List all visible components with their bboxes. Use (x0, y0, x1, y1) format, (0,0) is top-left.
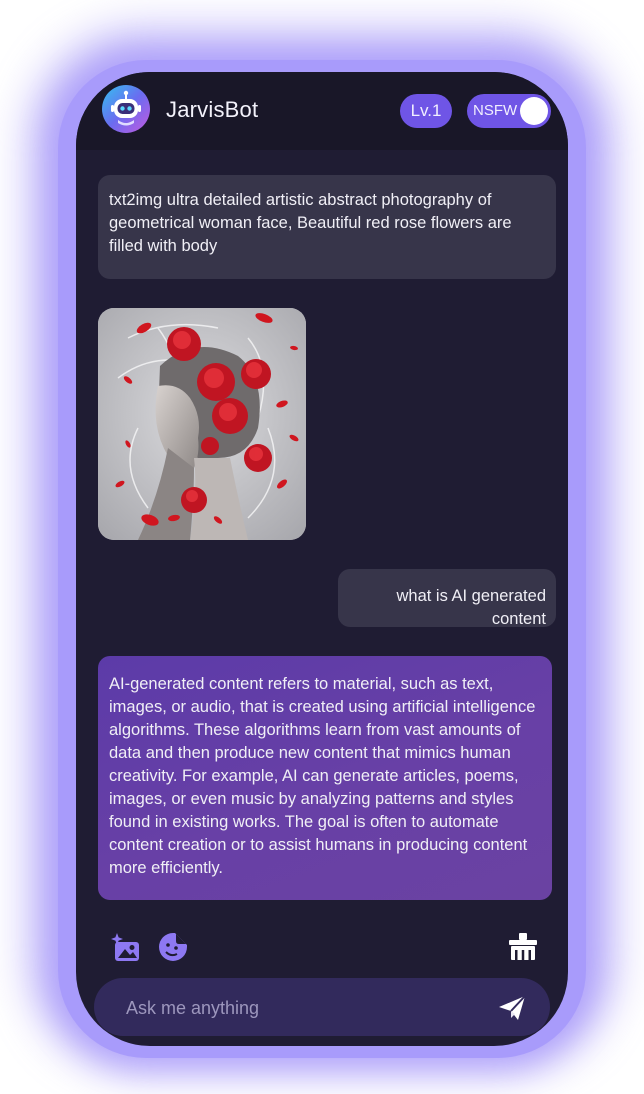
user-message: what is AI generated content (338, 569, 556, 628)
bot-avatar (102, 85, 150, 133)
bot-message: AI-generated content refers to material,… (98, 656, 552, 900)
sticker-icon[interactable] (156, 930, 190, 964)
chat-input[interactable] (124, 978, 488, 1038)
chat-input-bar (94, 978, 550, 1038)
chat-screen: JarvisBot Lv.1 NSFW txt2img ultra detail… (76, 72, 568, 1046)
send-button[interactable] (496, 992, 528, 1024)
user-message: txt2img ultra detailed artistic abstract… (98, 175, 556, 279)
clear-chat-broom-icon[interactable] (506, 930, 540, 964)
phone-frame: JarvisBot Lv.1 NSFW txt2img ultra detail… (58, 60, 586, 1058)
send-icon (499, 995, 526, 1020)
woman-roses-image (98, 308, 306, 540)
nsfw-toggle[interactable]: NSFW (467, 94, 551, 128)
image-generate-icon[interactable] (108, 930, 142, 964)
robot-icon (111, 90, 141, 126)
bot-name: JarvisBot (166, 97, 259, 122)
chat-header: JarvisBot Lv.1 NSFW (76, 72, 568, 150)
level-badge[interactable]: Lv.1 (400, 94, 452, 128)
toggle-knob (520, 97, 548, 125)
nsfw-label: NSFW (473, 102, 518, 119)
generated-image[interactable] (98, 308, 306, 540)
